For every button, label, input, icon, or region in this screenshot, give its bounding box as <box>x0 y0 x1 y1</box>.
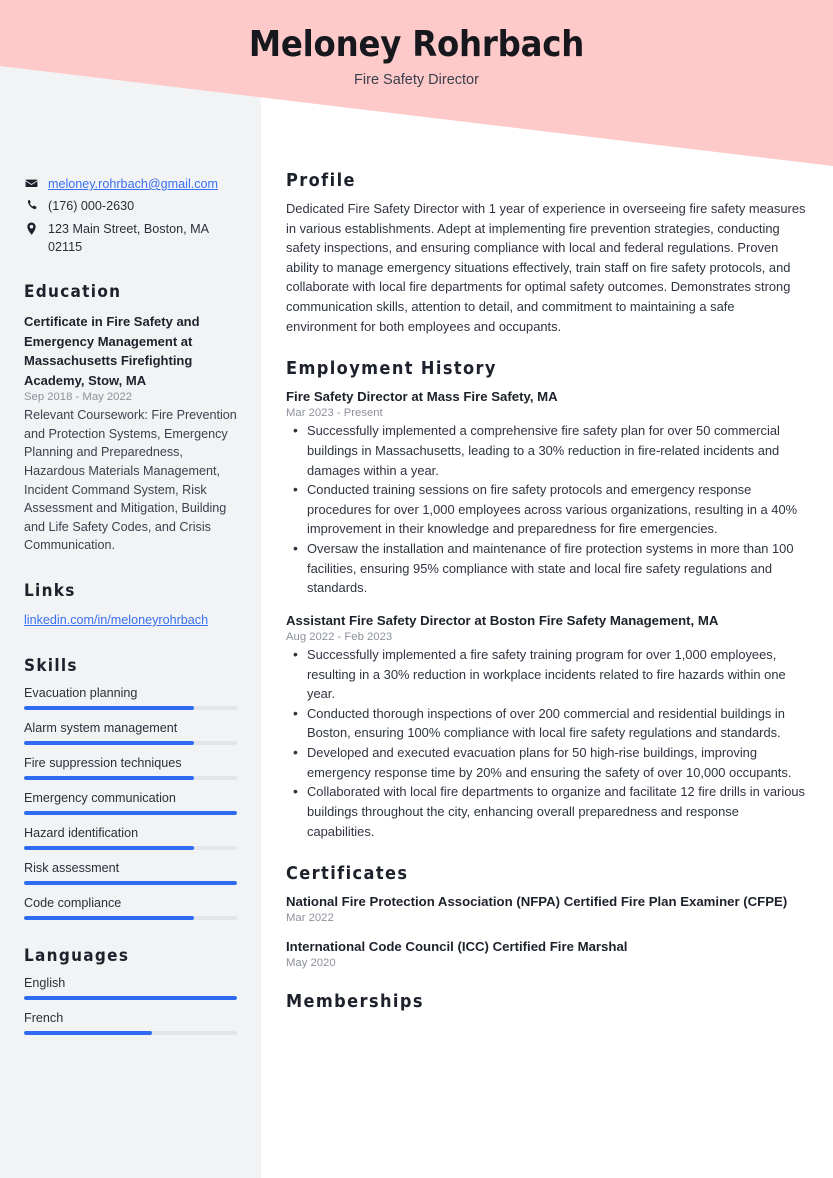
employment-section: Employment History Fire Safety Director … <box>286 358 806 841</box>
job-date: Aug 2022 - Feb 2023 <box>286 631 393 644</box>
education-title: Certificate in Fire Safety and Emergency… <box>24 314 200 388</box>
main-column: Profile Dedicated Fire Safety Director w… <box>286 170 806 1034</box>
skill-item: Evacuation planning <box>24 686 237 710</box>
skill-label: Evacuation planning <box>24 685 138 700</box>
skill-item: Code compliance <box>24 896 237 920</box>
skill-bar-fill <box>24 845 195 850</box>
languages-section: Languages English French <box>24 946 237 1035</box>
profile-section: Profile Dedicated Fire Safety Director w… <box>286 170 806 336</box>
language-bar-fill <box>24 1030 152 1035</box>
memberships-heading: Memberships <box>286 991 424 1013</box>
skill-label: Emergency communication <box>24 790 176 805</box>
job-bullet: Developed and executed evacuation plans … <box>286 742 806 782</box>
resume-page: Meloney Rohrbach Fire Safety Director me… <box>0 0 833 1178</box>
job-bullet: Conducted training sessions on fire safe… <box>286 479 806 539</box>
certificate-date: Mar 2022 <box>286 912 334 925</box>
skill-bar-fill <box>24 705 195 710</box>
skill-bar-track <box>24 810 237 815</box>
skill-bar-track <box>24 740 237 745</box>
skill-bar-fill <box>24 775 195 780</box>
contact-phone-value: (176) 000-2630 <box>48 199 135 214</box>
language-label: French <box>24 1010 64 1025</box>
certificates-section: Certificates National Fire Protection As… <box>286 863 806 969</box>
links-section: Links linkedin.com/in/meloneyrohrbach <box>24 581 237 630</box>
skill-label: Fire suppression techniques <box>24 755 182 770</box>
job-bullets: Successfully implemented a comprehensive… <box>286 420 806 598</box>
link-item[interactable]: linkedin.com/in/meloneyrohrbach <box>24 611 237 630</box>
skill-bar-track <box>24 775 237 780</box>
job-entry: Fire Safety Director at Mass Fire Safety… <box>286 387 806 598</box>
email-link[interactable]: meloney.rohrbach@gmail.com <box>48 177 218 191</box>
skill-item: Alarm system management <box>24 721 237 745</box>
education-date: Sep 2018 - May 2022 <box>24 391 133 403</box>
contact-row-phone: (176) 000-2630 <box>24 197 237 215</box>
language-item: English <box>24 976 237 1000</box>
language-item: French <box>24 1011 237 1035</box>
skill-label: Code compliance <box>24 895 122 910</box>
skill-bar-fill <box>24 880 237 885</box>
skill-bar-track <box>24 880 237 885</box>
skills-section: Skills Evacuation planning Alarm system m… <box>24 656 237 920</box>
certificates-heading: Certificates <box>286 863 409 885</box>
skill-bar-track <box>24 705 237 710</box>
sidebar: meloney.rohrbach@gmail.com (176) 000-263… <box>0 175 261 1061</box>
contact-list: meloney.rohrbach@gmail.com (176) 000-263… <box>24 175 237 256</box>
profile-text: Dedicated Fire Safety Director with 1 ye… <box>286 201 806 334</box>
skill-bar-fill <box>24 915 195 920</box>
skill-bar-fill <box>24 810 237 815</box>
languages-heading: Languages <box>24 945 130 966</box>
profile-heading: Profile <box>286 170 356 191</box>
skill-bar-track <box>24 845 237 850</box>
envelope-icon <box>24 175 39 190</box>
education-heading: Education <box>24 282 122 302</box>
jobs-list: Fire Safety Director at Mass Fire Safety… <box>286 387 806 841</box>
memberships-section: Memberships <box>286 991 806 1012</box>
skill-item: Risk assessment <box>24 861 237 885</box>
job-title: Assistant Fire Safety Director at Boston… <box>286 612 719 628</box>
education-section: Education Certificate in Fire Safety and… <box>24 282 237 555</box>
contact-row-email: meloney.rohrbach@gmail.com <box>24 175 237 193</box>
phone-icon <box>24 197 39 211</box>
skill-item: Hazard identification <box>24 826 237 850</box>
certificate-title: International Code Council (ICC) Certifi… <box>286 939 628 955</box>
contact-row-address: 123 Main Street, Boston, MA 02115 <box>24 220 237 257</box>
contact-email-value[interactable]: meloney.rohrbach@gmail.com <box>48 175 237 193</box>
job-bullets: Successfully implemented a fire safety t… <box>286 644 806 841</box>
skill-item: Emergency communication <box>24 791 237 815</box>
certificate-date: May 2020 <box>286 957 336 970</box>
job-bullet: Oversaw the installation and maintenance… <box>286 538 806 598</box>
education-entry: Certificate in Fire Safety and Emergency… <box>24 312 237 555</box>
linkedin-link[interactable]: linkedin.com/in/meloneyrohrbach <box>24 613 208 627</box>
employment-heading: Employment History <box>286 358 497 380</box>
job-date: Mar 2023 - Present <box>286 407 383 420</box>
skill-bar-track <box>24 915 237 920</box>
certificate-entry: National Fire Protection Association (NF… <box>286 892 806 924</box>
skill-bar-fill <box>24 740 195 745</box>
language-bar-track <box>24 1030 237 1035</box>
location-pin-icon <box>24 220 39 235</box>
certificate-entry: International Code Council (ICC) Certifi… <box>286 937 806 969</box>
skill-label: Alarm system management <box>24 720 178 735</box>
skill-label: Hazard identification <box>24 825 139 840</box>
certificates-list: National Fire Protection Association (NF… <box>286 892 806 969</box>
education-description: Relevant Coursework: Fire Prevention and… <box>24 408 237 553</box>
language-label: English <box>24 975 66 990</box>
skills-heading: Skills <box>24 655 78 676</box>
language-bar-track <box>24 995 237 1000</box>
job-bullet: Successfully implemented a fire safety t… <box>286 644 806 704</box>
skills-list: Evacuation planning Alarm system manageme… <box>24 686 237 920</box>
job-title: Fire Safety Director at Mass Fire Safety… <box>286 389 558 405</box>
languages-list: English French <box>24 976 237 1035</box>
job-bullet: Collaborated with local fire departments… <box>286 781 806 841</box>
job-bullet: Conducted thorough inspections of over 2… <box>286 703 806 743</box>
language-bar-fill <box>24 995 237 1000</box>
contact-address-value: 123 Main Street, Boston, MA 02115 <box>48 221 209 254</box>
skill-item: Fire suppression techniques <box>24 756 237 780</box>
skill-label: Risk assessment <box>24 860 120 875</box>
links-heading: Links <box>24 581 76 601</box>
job-bullet: Successfully implemented a comprehensive… <box>286 420 806 480</box>
certificate-title: National Fire Protection Association (NF… <box>286 894 788 910</box>
job-entry: Assistant Fire Safety Director at Boston… <box>286 611 806 841</box>
